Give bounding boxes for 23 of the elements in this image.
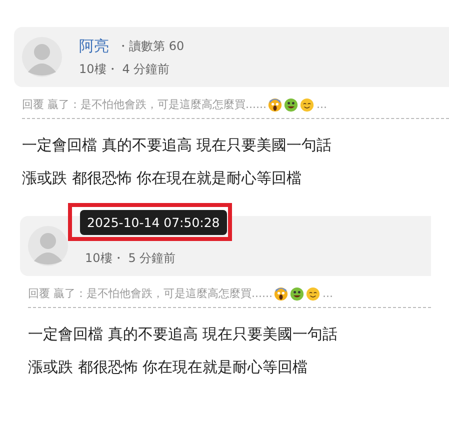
comment-text: 漲或跌 都很恐怖 你在現在就是耐心等回檔 — [22, 168, 303, 188]
comment-text: 一定會回檔 真的不要追高 現在只要美國一句話 — [28, 324, 339, 344]
post-time[interactable]: 5 分鐘前 — [128, 250, 176, 266]
floor-number: 10樓・ — [85, 250, 124, 266]
reply-quote[interactable]: 回覆 贏了：是不怕他會跌，可是這麼高怎麼買...... — [28, 286, 272, 301]
reply-ellipsis: ... — [316, 98, 327, 111]
avatar-icon — [28, 226, 68, 266]
comment-text: 一定會回檔 真的不要追高 現在只要美國一句話 — [22, 135, 333, 155]
post-time[interactable]: 4 分鐘前 — [122, 60, 170, 78]
read-count: ・讀數第 60 — [117, 38, 184, 55]
screaming-face-icon — [268, 98, 282, 112]
floor-number: 10樓・ — [79, 60, 118, 78]
nauseated-face-icon — [284, 98, 298, 112]
timestamp-tooltip: 2025-10-14 07:50:28 — [80, 210, 227, 234]
smiling-face-icon — [306, 286, 320, 300]
reply-ellipsis: ... — [322, 287, 333, 300]
screaming-face-icon — [274, 286, 288, 300]
nauseated-face-icon — [290, 286, 304, 300]
author-name[interactable]: 阿亮 — [79, 37, 109, 56]
avatar-icon — [22, 37, 62, 77]
smiling-face-icon — [300, 98, 314, 112]
reply-quote[interactable]: 回覆 贏了：是不怕他會跌，可是這麼高怎麼買...... — [22, 97, 266, 112]
comment-text: 漲或跌 都很恐怖 你在現在就是耐心等回檔 — [28, 357, 309, 377]
